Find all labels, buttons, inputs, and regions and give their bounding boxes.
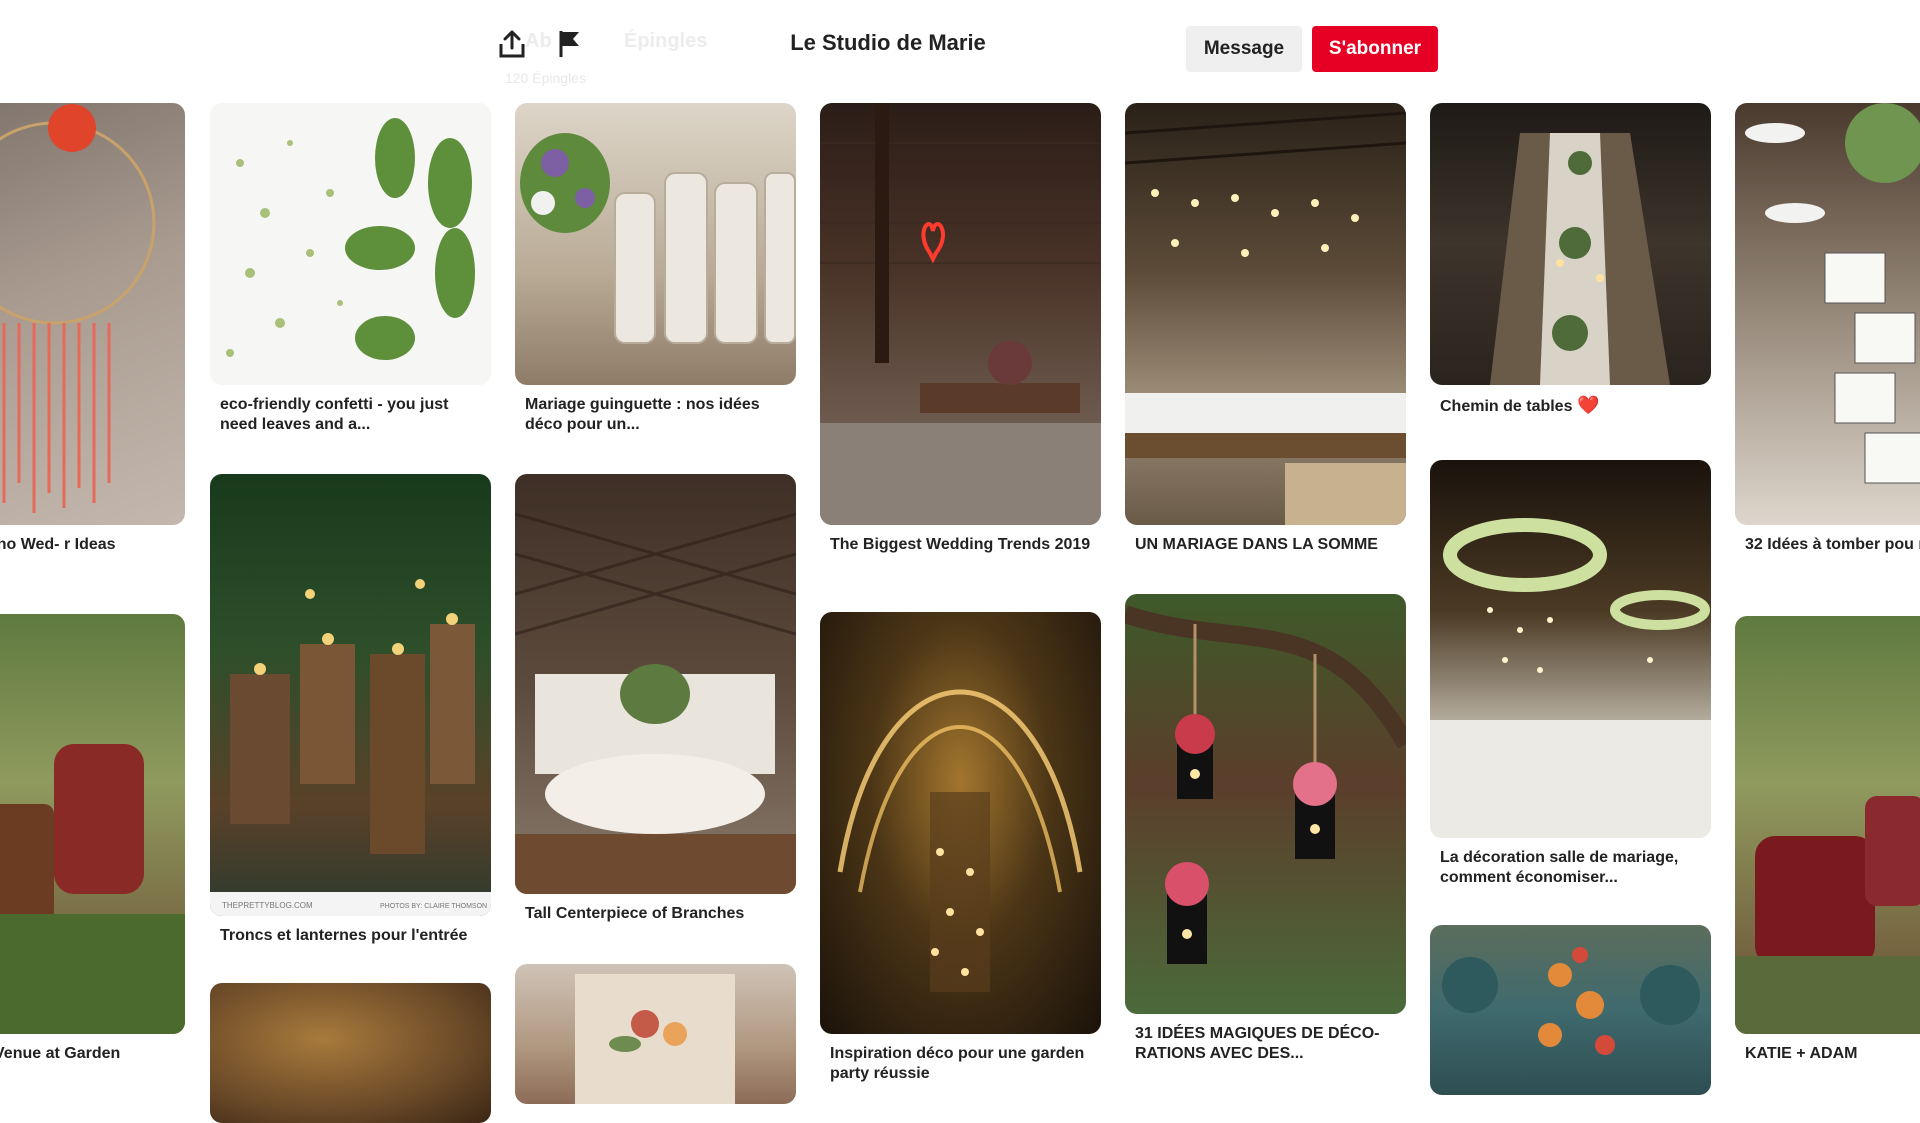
pin-image[interactable] [515, 964, 796, 1104]
image-watermark-right: PHOTOS BY: CLAIRE THOMSON [380, 903, 487, 910]
pin-caption: Mariage guinguette : nos idées déco pour… [525, 396, 760, 433]
flag-report-icon[interactable] [550, 24, 590, 64]
pin-image[interactable] [0, 614, 185, 1034]
pin-image[interactable] [1735, 103, 1920, 525]
pin-caption: ing at The Venue at Garden [0, 1045, 121, 1062]
ghost-pin-count: 120 Épingles [505, 70, 586, 86]
pin-image[interactable] [1430, 925, 1711, 1095]
pin-image[interactable] [820, 612, 1101, 1034]
pin-caption: 32 Idées à tomber pou mariage [1745, 536, 1920, 553]
pin-caption: atchers Boho Wed- r Ideas [0, 536, 116, 553]
pin-image[interactable] [1125, 594, 1406, 1014]
pin-image[interactable] [0, 103, 185, 525]
pin-image[interactable] [515, 474, 796, 894]
pin-caption: UN MARIAGE DANS LA SOMME [1135, 536, 1378, 553]
ghost-tab-label: Épingles [624, 30, 708, 52]
pin-image[interactable]: THEPRETTYBLOG.COM PHOTOS BY: CLAIRE THOM… [210, 474, 491, 916]
pin-image[interactable] [1430, 460, 1711, 838]
subscribe-button[interactable]: S'abonner [1312, 26, 1438, 72]
pin-caption-text: Chemin de tables [1440, 398, 1573, 415]
message-button[interactable]: Message [1186, 26, 1302, 72]
pin-caption: 31 IDÉES MAGIQUES DE DÉCO- RATIONS AVEC … [1135, 1025, 1380, 1062]
profile-name: Le Studio de Marie [790, 30, 986, 55]
ghost-tab-label-left: Ab [525, 30, 552, 52]
pin-caption: La décoration salle de mariage, comment … [1440, 849, 1679, 886]
pin-caption: KATIE + ADAM [1745, 1045, 1858, 1062]
pin-caption: Troncs et lanternes pour l'entrée [220, 927, 468, 944]
pin-caption: Tall Centerpiece of Branches [525, 905, 745, 922]
pin-image[interactable] [1125, 103, 1406, 525]
profile-header: Ab Épingles 120 Épingles Le Studio de Ma… [0, 0, 1920, 100]
pin-caption: eco-friendly confetti - you just need le… [220, 396, 449, 433]
heart-emoji-icon: ❤️ [1576, 395, 1600, 415]
pin-image[interactable] [210, 103, 491, 385]
image-watermark-left: THEPRETTYBLOG.COM [222, 901, 313, 910]
pin-caption: Chemin de tables ❤️ [1440, 395, 1708, 417]
pin-image[interactable] [820, 103, 1101, 525]
pin-image[interactable] [1735, 616, 1920, 1034]
pin-image[interactable] [515, 103, 796, 385]
pin-caption: The Biggest Wedding Trends 2019 [830, 536, 1091, 553]
pin-image[interactable] [1430, 103, 1711, 385]
pin-image[interactable] [210, 983, 491, 1123]
pin-caption: Inspiration déco pour une garden party r… [830, 1045, 1085, 1082]
